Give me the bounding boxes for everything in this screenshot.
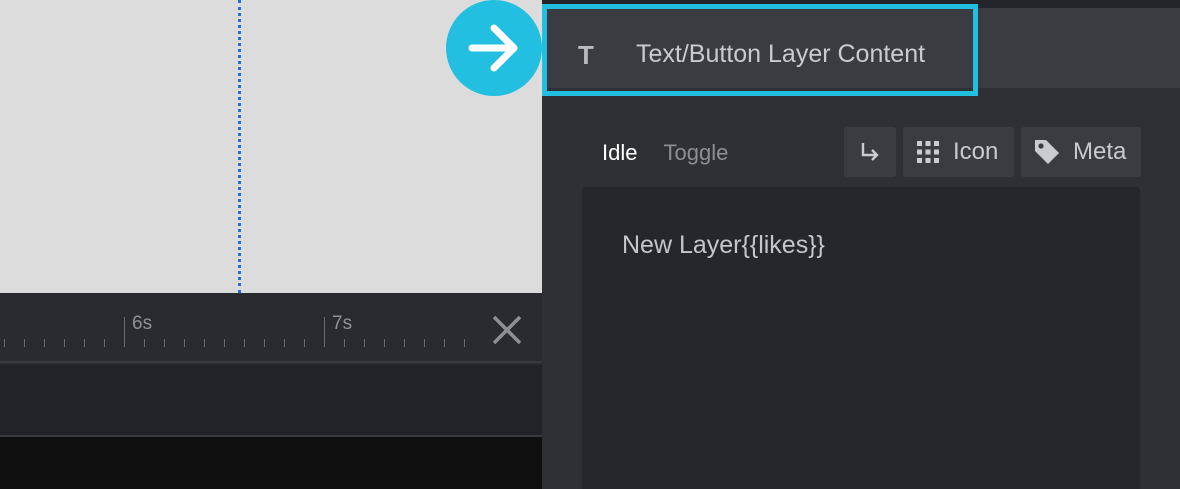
layer-settings-panel: T Text/Button Layer Content Idle Toggle [542,0,1180,489]
panel-header[interactable]: T Text/Button Layer Content [542,8,1180,88]
tab-idle[interactable]: Idle [602,140,637,166]
ruler-tick [184,339,185,347]
ruler-tick [144,339,145,347]
ruler-tick [164,339,165,347]
timeline-track[interactable] [0,365,542,437]
timeline-ruler[interactable]: 6s 7s [0,293,542,363]
ruler-tick [364,339,365,347]
ruler-tick [64,339,65,347]
ruler-tick [84,339,85,347]
guide-line[interactable] [238,0,241,293]
ruler-tick [344,339,345,347]
text-layer-icon: T [578,40,594,70]
ruler-tick [204,339,205,347]
ruler-major-tick [324,317,325,347]
grid-icon [917,141,939,163]
ruler-tick [384,339,385,347]
tab-toggle[interactable]: Toggle [663,140,728,166]
time-label-7s: 7s [332,313,353,334]
timeline-track-footer [0,437,542,489]
panel-top-strip [542,0,1180,8]
close-icon[interactable] [488,311,526,349]
icon-button-label: Icon [953,138,999,165]
ruler-tick [244,339,245,347]
ruler-tick [284,339,285,347]
app-root: 6s 7s T Text/Button Layer Content Idle T… [0,0,1180,489]
ruler-tick [304,339,305,347]
arrow-right-icon [446,0,542,96]
ruler-tick [224,339,225,347]
ruler-tick [464,339,465,347]
editor-content: New Layer{{likes}} [622,231,825,259]
time-label-6s: 6s [132,313,153,334]
ruler-tick [24,339,25,347]
ruler-major-tick [124,317,125,347]
meta-button-label: Meta [1073,138,1127,165]
ruler-tick [404,339,405,347]
ruler-tick [444,339,445,347]
insert-icon-button[interactable]: Icon [903,127,1014,177]
tag-icon [1035,140,1059,164]
content-tabs: Idle Toggle [602,140,728,166]
return-arrow-icon [861,143,879,161]
timeline: 6s 7s [0,293,542,489]
panel-title: Text/Button Layer Content [636,40,926,68]
ruler-tick [44,339,45,347]
ruler-tick [4,339,5,347]
ruler-tick [104,339,105,347]
insert-meta-button[interactable]: Meta [1021,127,1141,177]
ruler-tick [264,339,265,347]
ruler-tick [424,339,425,347]
insert-line-break-button[interactable] [844,127,896,177]
layer-text-editor[interactable]: New Layer{{likes}} [582,187,1140,489]
